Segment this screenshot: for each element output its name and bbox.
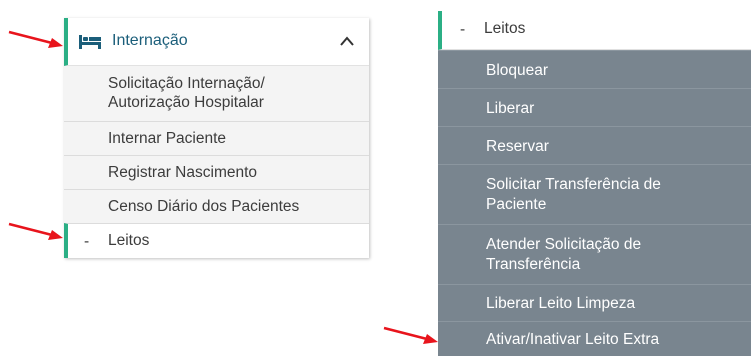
menu-section-internacao[interactable]: Internação [64,18,369,66]
submenu-item-bloquear[interactable]: Bloquear [438,50,751,88]
bed-icon [79,35,101,49]
red-arrow-icon [383,326,438,344]
submenu-header-leitos[interactable]: - Leitos [438,11,751,50]
submenu-item-label: Liberar Leito Limpeza [486,295,636,312]
menu-item-label: Censo Diário dos Pacientes [108,198,300,215]
menu-item-solicitacao-internacao[interactable]: Solicitação Internação/ Autorização Hosp… [64,66,369,122]
submenu-item-ativar-inativar-leito-extra[interactable]: Ativar/Inativar Leito Extra [438,321,751,356]
submenu-header-label: Leitos [484,20,526,37]
submenu-item-solicitar-transferencia[interactable]: Solicitar Transferência de Paciente [438,164,751,224]
submenu-item-reservar[interactable]: Reservar [438,126,751,164]
menu-item-censo-diario[interactable]: Censo Diário dos Pacientes [64,190,369,223]
red-arrow-icon [8,30,63,48]
submenu-item-liberar-leito-limpeza[interactable]: Liberar Leito Limpeza [438,284,751,321]
chevron-up-icon[interactable] [340,36,354,46]
submenu-item-label: Ativar/Inativar Leito Extra [486,331,660,348]
submenu-item-label-line1: Atender Solicitação de [486,236,642,253]
menu-item-label-line1: Solicitação Internação/ [108,75,265,92]
menu-item-label-line2: Autorização Hospitalar [108,94,264,111]
leitos-submenu-panel: - Leitos Bloquear Liberar Reservar Solic… [438,11,751,356]
submenu-item-label-line1: Solicitar Transferência de [486,176,661,193]
collapse-symbol: - [84,233,90,250]
submenu-item-label: Bloquear [486,62,549,79]
menu-item-internar-paciente[interactable]: Internar Paciente [64,122,369,156]
submenu-item-label: Liberar [486,100,535,117]
menu-item-label: Leitos [108,232,150,249]
red-arrow-icon [8,222,63,240]
menu-item-leitos[interactable]: - Leitos [64,223,369,258]
menu-item-label: Internar Paciente [108,130,227,147]
menu-section-title: Internação [112,32,188,49]
submenu-item-label: Reservar [486,138,549,155]
menu-item-label: Registrar Nascimento [108,164,258,181]
submenu-item-label-line2: Transferência [486,256,581,273]
submenu-item-liberar[interactable]: Liberar [438,88,751,126]
left-menu-panel: Internação Solicitação Internação/ Autor… [64,18,369,258]
submenu-item-label-line2: Paciente [486,196,547,213]
submenu-item-atender-solicitacao[interactable]: Atender Solicitação de Transferência [438,224,751,284]
menu-item-registrar-nascimento[interactable]: Registrar Nascimento [64,156,369,190]
collapse-symbol: - [460,21,466,38]
